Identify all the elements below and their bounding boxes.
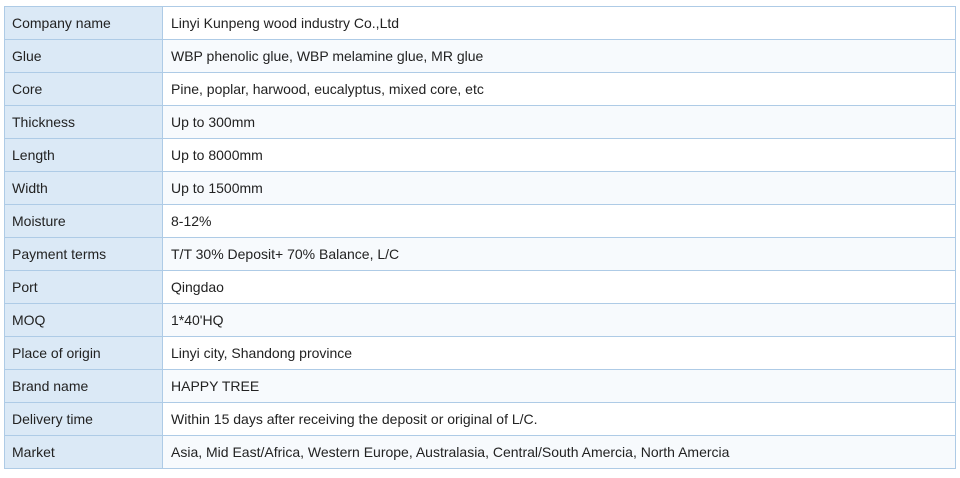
row-value: HAPPY TREE xyxy=(162,369,956,403)
row-value: Linyi Kunpeng wood industry Co.,Ltd xyxy=(162,6,956,40)
row-label: Glue xyxy=(4,39,163,73)
row-label: Core xyxy=(4,72,163,106)
row-label: Delivery time xyxy=(4,402,163,436)
row-value: 1*40'HQ xyxy=(162,303,956,337)
row-value: Up to 300mm xyxy=(162,105,956,139)
table-row: Thickness Up to 300mm xyxy=(4,105,956,139)
table-row: Place of origin Linyi city, Shandong pro… xyxy=(4,336,956,370)
product-spec-table: Company name Linyi Kunpeng wood industry… xyxy=(4,6,956,469)
row-label: Payment terms xyxy=(4,237,163,271)
row-label: Moisture xyxy=(4,204,163,238)
row-value: Within 15 days after receiving the depos… xyxy=(162,402,956,436)
row-value: Asia, Mid East/Africa, Western Europe, A… xyxy=(162,435,956,469)
table-row: Moisture 8-12% xyxy=(4,204,956,238)
row-value: 8-12% xyxy=(162,204,956,238)
table-row: Brand name HAPPY TREE xyxy=(4,369,956,403)
row-value: Pine, poplar, harwood, eucalyptus, mixed… xyxy=(162,72,956,106)
table-row: Market Asia, Mid East/Africa, Western Eu… xyxy=(4,435,956,469)
table-row: MOQ 1*40'HQ xyxy=(4,303,956,337)
row-label: Market xyxy=(4,435,163,469)
row-label: Port xyxy=(4,270,163,304)
row-value: Linyi city, Shandong province xyxy=(162,336,956,370)
row-label: Length xyxy=(4,138,163,172)
row-label: Brand name xyxy=(4,369,163,403)
table-row: Width Up to 1500mm xyxy=(4,171,956,205)
row-label: Company name xyxy=(4,6,163,40)
table-row: Company name Linyi Kunpeng wood industry… xyxy=(4,6,956,40)
table-row: Payment terms T/T 30% Deposit+ 70% Balan… xyxy=(4,237,956,271)
row-label: Width xyxy=(4,171,163,205)
row-value: T/T 30% Deposit+ 70% Balance, L/C xyxy=(162,237,956,271)
row-label: Thickness xyxy=(4,105,163,139)
table-row: Core Pine, poplar, harwood, eucalyptus, … xyxy=(4,72,956,106)
row-label: MOQ xyxy=(4,303,163,337)
row-label: Place of origin xyxy=(4,336,163,370)
row-value: WBP phenolic glue, WBP melamine glue, MR… xyxy=(162,39,956,73)
row-value: Up to 8000mm xyxy=(162,138,956,172)
row-value: Up to 1500mm xyxy=(162,171,956,205)
table-row: Length Up to 8000mm xyxy=(4,138,956,172)
table-row: Delivery time Within 15 days after recei… xyxy=(4,402,956,436)
table-row: Port Qingdao xyxy=(4,270,956,304)
row-value: Qingdao xyxy=(162,270,956,304)
table-row: Glue WBP phenolic glue, WBP melamine glu… xyxy=(4,39,956,73)
